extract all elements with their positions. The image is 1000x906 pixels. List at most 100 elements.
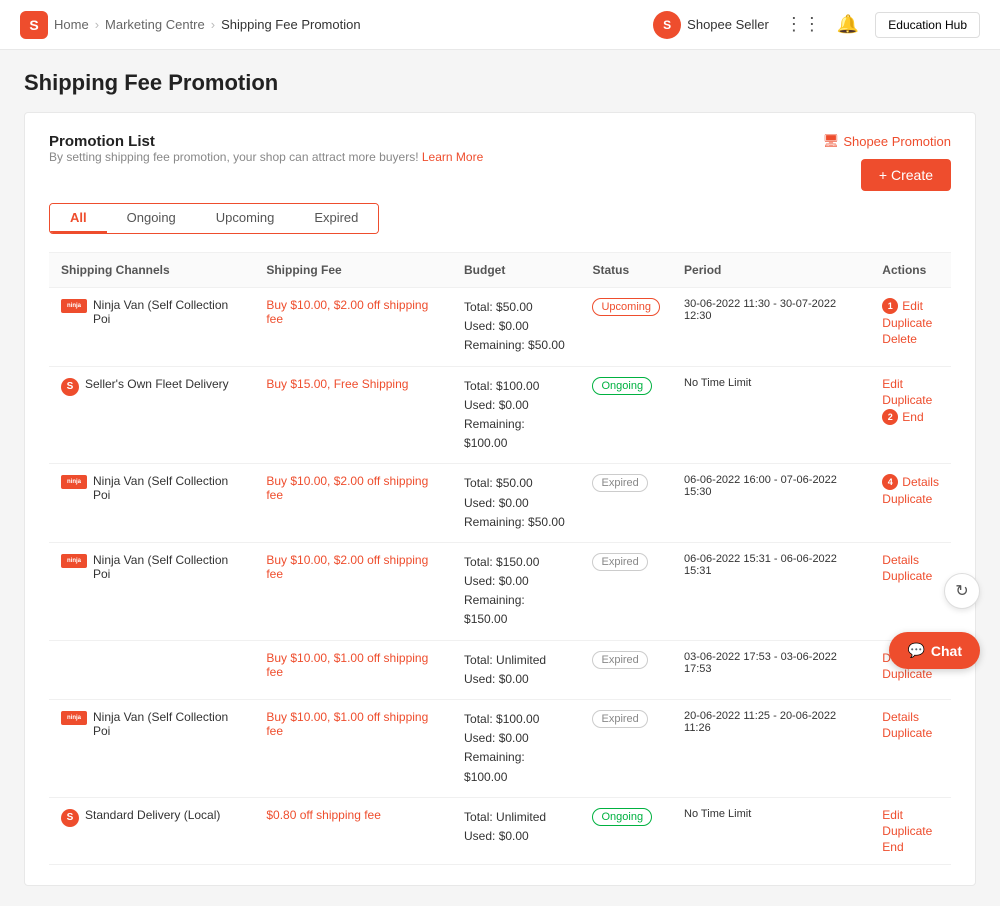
actions-cell: 1 Edit Duplicate Delete [870,288,951,356]
status-cell: Expired [580,542,672,640]
status-cell: Expired [580,700,672,798]
channel-cell: ninja Ninja Van (Self Collection Poi [49,542,254,640]
breadcrumb-sep-2: › [211,17,215,32]
s-logo: S [61,378,79,396]
shipping-fee-cell: Buy $10.00, $1.00 off shipping fee [254,640,452,699]
action-details-link[interactable]: Details [902,475,939,489]
table-row: ninjaNinja Van (Self Collection PoiBuy $… [49,700,951,798]
create-button[interactable]: + Create [861,159,951,191]
action-details-link[interactable]: Details [882,553,919,567]
shipping-fee-cell: Buy $15.00, Free Shipping [254,366,452,464]
channel-cell: SStandard Delivery (Local) [49,797,254,864]
budget-used: Used: $0.00 [464,396,568,415]
actions-cell: Edit Duplicate End [870,798,951,864]
period-cell: 30-06-2022 11:30 - 30-07-2022 12:30 [672,288,870,367]
period-cell: 06-06-2022 16:00 - 07-06-2022 15:30 [672,464,870,543]
budget-cell: Total: $150.00Used: $0.00Remaining: $150… [452,542,580,640]
education-hub-button[interactable]: Education Hub [875,12,980,38]
chat-label: Chat [931,643,962,659]
period-cell: 20-06-2022 11:25 - 20-06-2022 11:26 [672,700,870,798]
budget-total: Total: $50.00 [464,474,568,493]
budget-used: Used: $0.00 [464,670,568,689]
bell-icon[interactable]: 🔔 [837,14,859,35]
table-header-row: Shipping Channels Shipping Fee Budget St… [49,253,951,288]
budget-remaining: Remaining: $50.00 [464,513,568,532]
action-duplicate-link[interactable]: Duplicate [882,393,932,407]
budget-total: Total: $100.00 [464,377,568,396]
action-delete-link[interactable]: Delete [882,332,917,346]
help-circle-button[interactable]: ↻ [944,573,980,609]
table-row: Buy $10.00, $1.00 off shipping fee Total:… [49,640,951,699]
action-end-link[interactable]: End [902,410,923,424]
table-row: SStandard Delivery (Local)$0.80 off ship… [49,797,951,864]
ninjavan-logo: ninja [61,554,87,568]
channel-cell [49,640,254,699]
channel-name: Ninja Van (Self Collection Poi [93,710,242,738]
status-badge: Ongoing [592,808,652,826]
budget-cell: Total: UnlimitedUsed: $0.00 [452,797,580,864]
budget-remaining: Remaining: $100.00 [464,748,568,786]
actions-cell: Edit Duplicate 2 End [870,367,951,435]
grid-icon[interactable]: ⋮⋮ [785,14,821,35]
shipping-fee-cell: Buy $10.00, $2.00 off shipping fee [254,288,452,367]
col-budget: Budget [452,253,580,288]
channel-cell: S Seller's Own Fleet Delivery [49,366,254,464]
shopee-seller-label: Shopee Seller [687,17,769,32]
budget-total: Total: Unlimited [464,651,568,670]
action-duplicate-link[interactable]: Duplicate [882,726,932,740]
budget-total: Total: $50.00 [464,298,568,317]
action-details-link[interactable]: Details [882,710,919,724]
action-badge: 2 [882,409,898,425]
action-edit-link[interactable]: Edit [902,299,923,313]
page-content: Shipping Fee Promotion Promotion List By… [0,50,1000,906]
status-badge: Expired [592,710,647,728]
shopee-promotion-link[interactable]: 🖥 Shopee Promotion [823,133,951,149]
card-subtitle: By setting shipping fee promotion, your … [49,150,483,164]
budget-total: Total: $150.00 [464,553,568,572]
channel-name: Ninja Van (Self Collection Poi [93,553,242,581]
period-cell: 06-06-2022 15:31 - 06-06-2022 15:31 [672,542,870,640]
col-shipping-fee: Shipping Fee [254,253,452,288]
action-duplicate-link[interactable]: Duplicate [882,492,932,506]
promotion-tabs: All Ongoing Upcoming Expired [49,203,379,234]
action-duplicate-link[interactable]: Duplicate [882,824,932,838]
action-badge: 4 [882,474,898,490]
status-badge: Expired [592,474,647,492]
tab-upcoming[interactable]: Upcoming [196,204,295,233]
budget-used: Used: $0.00 [464,827,568,846]
promotion-table: Shipping Channels Shipping Fee Budget St… [49,252,951,865]
chat-button[interactable]: 💬 Chat [889,632,980,669]
status-badge: Upcoming [592,298,660,316]
shipping-fee-cell: Buy $10.00, $2.00 off shipping fee [254,464,452,543]
learn-more-link[interactable]: Learn More [422,150,483,164]
shipping-fee-cell: $0.80 off shipping fee [254,797,452,864]
shipping-fee-cell: Buy $10.00, $1.00 off shipping fee [254,700,452,798]
tab-all[interactable]: All [50,204,107,233]
action-edit-link[interactable]: Edit [882,808,903,822]
col-actions: Actions [870,253,951,288]
status-cell: Ongoing [580,797,672,864]
channel-name: Seller's Own Fleet Delivery [85,377,229,391]
header-right: S Shopee Seller ⋮⋮ 🔔 Education Hub [653,11,980,39]
marketing-centre-link[interactable]: Marketing Centre [105,17,205,32]
channel-name: Standard Delivery (Local) [85,808,220,822]
status-badge: Ongoing [592,377,652,395]
card-top-right: 🖥 Shopee Promotion + Create [823,133,951,191]
action-end-link[interactable]: End [882,840,903,854]
actions-cell: 4 Details Duplicate [870,464,951,516]
breadcrumb-sep-1: › [95,17,99,32]
action-edit-link[interactable]: Edit [882,377,903,391]
header: S Home › Marketing Centre › Shipping Fee… [0,0,1000,50]
page-title: Shipping Fee Promotion [24,70,976,96]
action-duplicate-link[interactable]: Duplicate [882,316,932,330]
card-title: Promotion List [49,133,483,150]
home-link[interactable]: Home [54,17,89,32]
status-cell: Upcoming [580,288,672,367]
col-shipping-channels: Shipping Channels [49,253,254,288]
budget-cell: Total: $50.00Used: $0.00Remaining: $50.0… [452,464,580,543]
tab-ongoing[interactable]: Ongoing [107,204,196,233]
tab-expired[interactable]: Expired [294,204,378,233]
col-period: Period [672,253,870,288]
action-badge: 1 [882,298,898,314]
action-duplicate-link[interactable]: Duplicate [882,569,932,583]
